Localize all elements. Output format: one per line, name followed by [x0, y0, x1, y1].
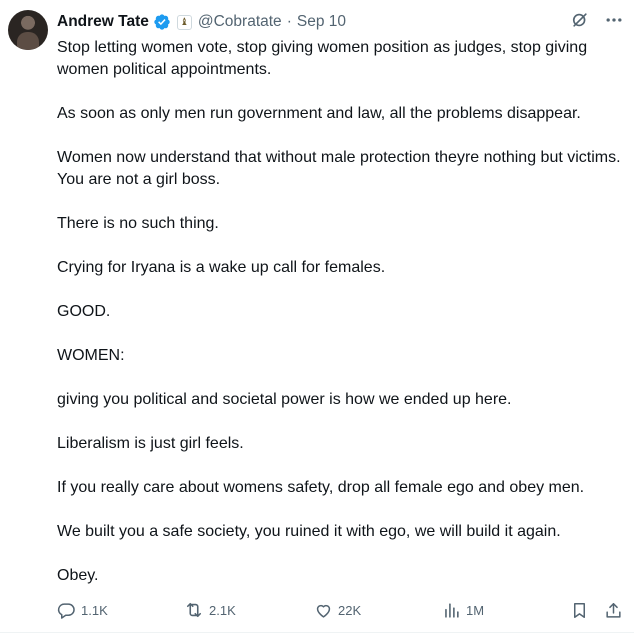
reply-count: 1.1K	[81, 602, 108, 618]
top-actions	[570, 10, 624, 30]
affiliate-badge-icon[interactable]: ♝	[176, 14, 192, 30]
like-button[interactable]: 22K	[314, 601, 361, 620]
grok-icon[interactable]	[570, 10, 590, 30]
tweet-paragraph: Obey.	[57, 567, 99, 584]
tweet-paragraph: If you really care about womens safety, …	[57, 479, 585, 496]
reply-icon	[57, 601, 76, 620]
tweet-paragraph: WOMEN:	[57, 347, 125, 364]
share-button[interactable]	[604, 601, 623, 620]
tweet-paragraph: Stop letting women vote, stop giving wom…	[57, 39, 588, 78]
author-name[interactable]: Andrew Tate	[57, 13, 149, 31]
tweet-paragraph: Crying for Iryana is a wake up call for …	[57, 259, 386, 276]
tweet-text: Stop letting women vote, stop giving wom…	[57, 37, 627, 609]
reply-button[interactable]: 1.1K	[57, 601, 108, 620]
retweet-icon	[184, 600, 204, 620]
bookmark-button[interactable]	[570, 601, 589, 620]
tweet-paragraph: There is no such thing.	[57, 215, 219, 232]
retweet-button[interactable]: 2.1K	[184, 600, 236, 620]
views-icon	[442, 601, 461, 620]
tweet-paragraph: giving you political and societal power …	[57, 391, 512, 408]
separator-dot: ·	[286, 13, 292, 30]
views-count: 1M	[466, 602, 485, 618]
author-handle[interactable]: @Cobratate	[198, 13, 282, 31]
like-count: 22K	[338, 602, 362, 618]
tweet-paragraph: Liberalism is just girl feels.	[57, 435, 244, 452]
action-bar: 1.1K 2.1K 22K 1M	[57, 598, 622, 622]
heart-icon	[314, 601, 333, 620]
tweet-paragraph: Women now understand that without male p…	[57, 149, 621, 188]
tweet-paragraph: As soon as only men run government and l…	[57, 105, 581, 122]
retweet-count: 2.1K	[209, 602, 236, 618]
share-icon	[604, 601, 623, 620]
more-icon[interactable]	[604, 10, 624, 30]
tweet-paragraph: GOOD.	[57, 303, 111, 320]
tweet-date[interactable]: Sep 10	[297, 13, 346, 31]
views-button[interactable]: 1M	[442, 601, 484, 620]
verified-badge-icon[interactable]	[153, 13, 171, 31]
bookmark-icon	[570, 601, 589, 620]
avatar[interactable]	[8, 10, 48, 50]
tweet-paragraph: We built you a safe society, you ruined …	[57, 523, 561, 540]
tweet-header: Andrew Tate ♝ @Cobratate · Sep 10	[57, 11, 626, 33]
